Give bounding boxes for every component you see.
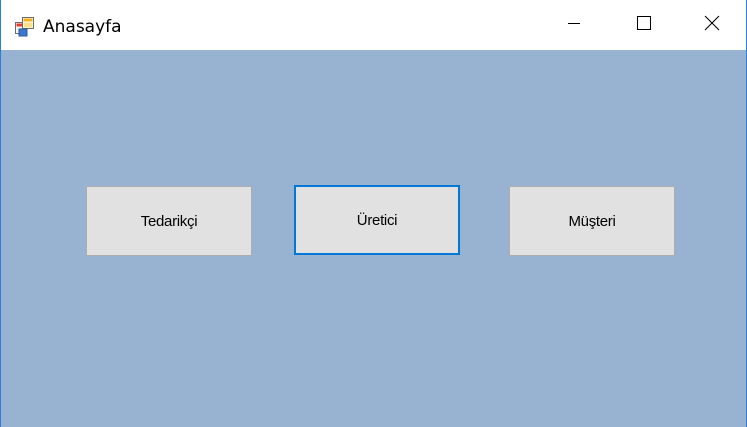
musteri-button[interactable]: Müşteri [509, 186, 675, 256]
title-bar[interactable]: Anasayfa [1, 0, 746, 50]
close-button[interactable] [677, 1, 747, 49]
tedarikci-button[interactable]: Tedarikçi [86, 186, 252, 256]
app-window-icon [15, 17, 35, 37]
main-window: Anasayfa Tedarikçi Üretici Müşteri [0, 0, 747, 427]
window-title: Anasayfa [43, 17, 122, 37]
maximize-icon [636, 15, 652, 36]
uretici-button[interactable]: Üretici [294, 185, 460, 255]
minimize-icon [567, 16, 581, 35]
maximize-button[interactable] [609, 1, 679, 49]
client-area: Tedarikçi Üretici Müşteri [1, 50, 746, 427]
close-icon [704, 15, 720, 36]
minimize-button[interactable] [539, 1, 609, 49]
